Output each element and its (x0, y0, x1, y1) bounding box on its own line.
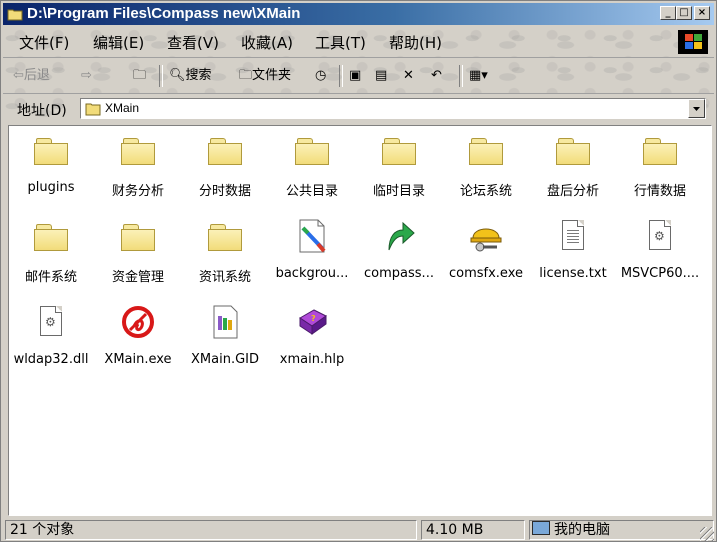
folder-up-icon: 🗀 (133, 68, 147, 83)
menu-view[interactable]: 查看(V) (167, 32, 219, 53)
folder-icon (33, 132, 69, 168)
file-item-background[interactable]: backgrou... (270, 218, 354, 296)
menu-favorites[interactable]: 收藏(A) (241, 32, 293, 53)
close-button[interactable]: × (694, 6, 710, 20)
toolbar-separator (339, 65, 343, 87)
folder-icon (120, 218, 156, 254)
views-button[interactable]: ▦▾ (469, 66, 488, 86)
toolbar: ⇦后退 ⇨ 🗀 🔍︎搜索 🗀文件夹 ◷ ▣ ▤ ✕ ↶ ▦▾ (3, 59, 714, 94)
explorer-window: D:\Program Files\Compass new\XMain _ □ ×… (0, 0, 717, 542)
file-item-license[interactable]: license.txt (531, 218, 615, 296)
menu-file[interactable]: 文件(F) (19, 32, 69, 53)
dll-file-icon: ⚙ (642, 218, 678, 254)
undo-button[interactable]: ↶ (431, 66, 442, 86)
shortcut-arrow-icon (388, 221, 415, 251)
address-bar: 地址(D) XMain (3, 95, 714, 123)
menu-bar: 文件(F) 编辑(E) 查看(V) 收藏(A) 工具(T) 帮助(H) (3, 27, 714, 58)
file-item-folder[interactable]: 公共目录 (270, 132, 354, 210)
file-item-xmain-gid[interactable]: XMain.GID (183, 304, 267, 382)
minimize-button[interactable]: _ (660, 6, 676, 20)
file-item-folder[interactable]: 邮件系统 (9, 218, 93, 296)
title-bar[interactable]: D:\Program Files\Compass new\XMain _ □ × (3, 3, 714, 25)
my-computer-icon (532, 521, 550, 535)
resize-grip[interactable] (700, 527, 714, 541)
folder-icon (381, 132, 417, 168)
file-item-msvcp60[interactable]: ⚙ MSVCP60.... (618, 218, 702, 296)
menu-edit[interactable]: 编辑(E) (93, 32, 144, 53)
copy-to-icon: ▤ (375, 68, 388, 83)
hardhat-icon (470, 228, 502, 252)
folder-icon (642, 132, 678, 168)
folders-button[interactable]: 🗀文件夹 (239, 66, 291, 86)
folder-icon (207, 132, 243, 168)
menu-tools[interactable]: 工具(T) (315, 32, 366, 53)
file-item-folder[interactable]: 财务分析 (96, 132, 180, 210)
undo-icon: ↶ (431, 68, 442, 83)
file-item-comsfx[interactable]: comsfx.exe (444, 218, 528, 296)
file-item-plugins[interactable]: plugins (9, 132, 93, 210)
status-object-count: 21 个对象 (5, 520, 417, 540)
copy-to-button[interactable]: ▤ (375, 66, 387, 86)
menu-help[interactable]: 帮助(H) (389, 32, 442, 53)
folder-icon (85, 103, 101, 116)
status-size: 4.10 MB (421, 520, 525, 540)
up-button[interactable]: 🗀 (133, 66, 146, 86)
file-item-folder[interactable]: 分时数据 (183, 132, 267, 210)
folder-icon (207, 218, 243, 254)
status-location: 我的电脑 (529, 520, 714, 540)
windows-logo-icon (678, 30, 708, 54)
file-item-folder[interactable]: 临时目录 (357, 132, 441, 210)
address-dropdown-button[interactable] (688, 99, 705, 118)
file-item-folder[interactable]: 资金管理 (96, 218, 180, 296)
move-to-button[interactable]: ▣ (349, 66, 361, 86)
history-icon: ◷ (315, 68, 327, 83)
file-item-compass-shortcut[interactable]: compass... (357, 218, 441, 296)
views-grid-icon: ▦▾ (469, 68, 488, 83)
file-item-folder[interactable]: 论坛系统 (444, 132, 528, 210)
folder-icon (7, 9, 23, 21)
file-item-folder[interactable]: 行情数据 (618, 132, 702, 210)
folders-icon: 🗀 (239, 68, 253, 83)
history-button[interactable]: ◷ (315, 66, 326, 86)
forward-button[interactable]: ⇨ (81, 66, 92, 86)
toolbar-separator (159, 65, 163, 87)
xmain-logo-icon (122, 306, 154, 338)
file-item-folder[interactable]: 盘后分析 (531, 132, 615, 210)
address-input[interactable]: XMain (80, 98, 706, 119)
file-item-wldap32[interactable]: ⚙ wldap32.dll (9, 304, 93, 382)
address-value: XMain (105, 101, 140, 115)
file-item-xmain-exe[interactable]: XMain.exe (96, 304, 180, 382)
toolbar-separator (459, 65, 463, 87)
chevron-down-icon (693, 107, 700, 111)
image-file-icon (299, 219, 326, 253)
folder-icon (294, 132, 330, 168)
status-bar: 21 个对象 4.10 MB 我的电脑 (3, 519, 714, 541)
file-item-folder[interactable]: 资讯系统 (183, 218, 267, 296)
forward-arrow-icon: ⇨ (81, 68, 92, 83)
gid-file-icon (213, 305, 238, 339)
folder-icon (33, 218, 69, 254)
search-icon: 🔍︎ (169, 68, 186, 83)
move-to-icon: ▣ (349, 68, 362, 83)
folder-icon (555, 132, 591, 168)
back-arrow-icon: ⇦ (13, 68, 24, 83)
delete-icon: ✕ (403, 68, 414, 83)
address-label: 地址(D) (17, 103, 67, 119)
file-item-xmain-hlp[interactable]: ? xmain.hlp (270, 304, 354, 382)
window-title: D:\Program Files\Compass new\XMain (27, 5, 301, 22)
help-book-icon: ? (299, 309, 327, 335)
delete-button[interactable]: ✕ (403, 66, 414, 86)
maximize-button[interactable]: □ (676, 6, 692, 20)
search-button[interactable]: 🔍︎搜索 (169, 66, 212, 86)
text-file-icon (555, 218, 591, 254)
file-list[interactable]: plugins 财务分析 分时数据 公共目录 临时目录 论坛系统 盘后分析 行情… (8, 125, 712, 516)
folder-icon (468, 132, 504, 168)
dll-file-icon: ⚙ (33, 304, 69, 340)
svg-text:?: ? (311, 314, 316, 323)
back-button[interactable]: ⇦后退 (13, 66, 50, 86)
folder-icon (120, 132, 156, 168)
